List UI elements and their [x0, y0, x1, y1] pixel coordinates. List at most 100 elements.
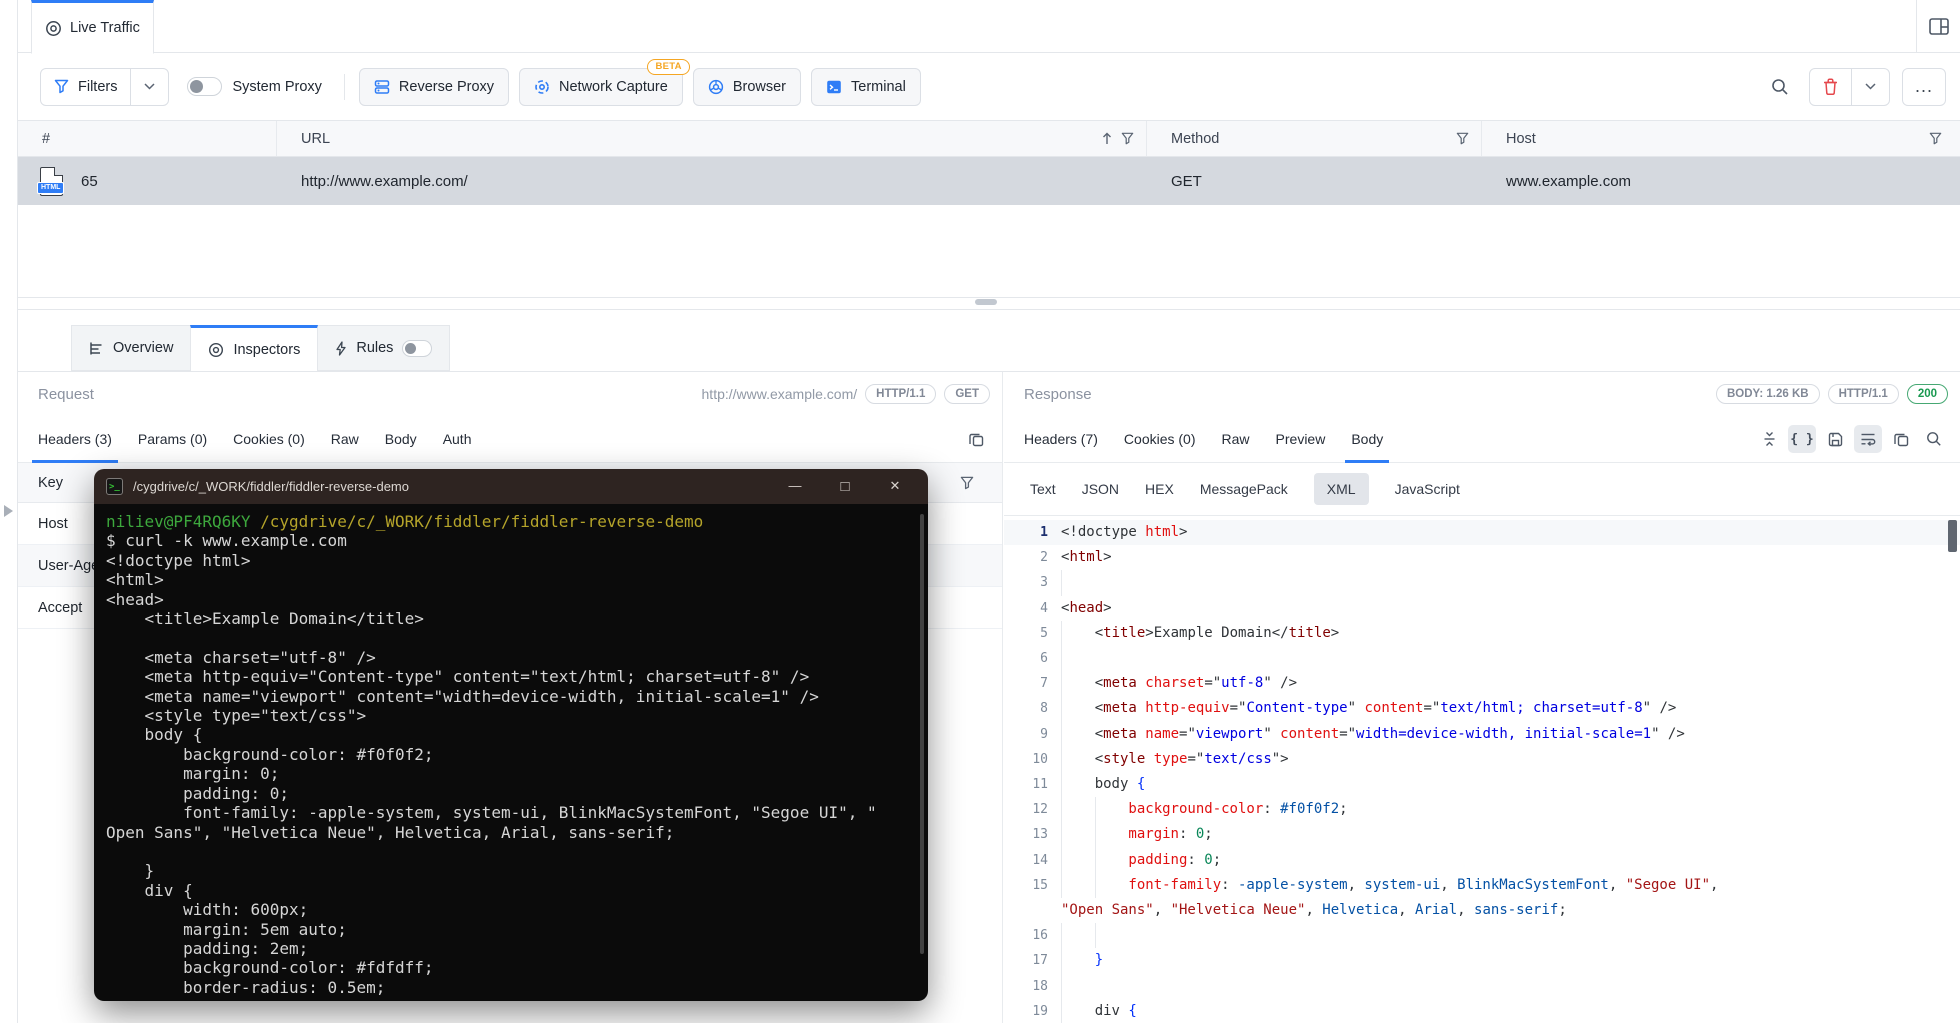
sort-ascending-icon[interactable]: [1102, 132, 1112, 145]
format-tab[interactable]: JSON: [1082, 481, 1119, 497]
code-line: 7 <meta charset="utf-8" />: [1004, 671, 1960, 696]
response-tab[interactable]: Body: [1345, 416, 1390, 463]
network-capture-label: Network Capture: [559, 78, 668, 95]
braces-icon: { }: [1790, 431, 1814, 447]
tab-inspectors[interactable]: Inspectors: [190, 325, 319, 372]
session-url: http://www.example.com/: [301, 172, 468, 190]
app-window: Live Traffic Filters System Proxy Revers…: [0, 0, 1960, 1023]
request-tab[interactable]: Params (0): [138, 416, 207, 462]
more-options-button[interactable]: ...: [1901, 67, 1946, 106]
network-capture-icon: [535, 79, 549, 94]
delete-sessions-button[interactable]: [1810, 69, 1851, 105]
rules-toggle[interactable]: [402, 339, 433, 357]
request-tab[interactable]: Raw: [331, 416, 359, 462]
grid-filter-icon[interactable]: [960, 476, 974, 490]
network-capture-button[interactable]: Network Capture BETA: [519, 58, 690, 106]
tab-live-traffic[interactable]: Live Traffic: [31, 0, 154, 54]
terminal-icon: [827, 80, 841, 93]
filters-dropdown-button[interactable]: [130, 68, 168, 105]
code-line: 19 div {: [1004, 999, 1960, 1023]
request-tab[interactable]: Headers (3): [32, 416, 118, 463]
request-tab[interactable]: Body: [385, 416, 417, 462]
code-line: 2 <html>: [1040, 549, 1112, 566]
format-body-button[interactable]: { }: [1788, 425, 1816, 453]
column-filter-icon[interactable]: [1121, 132, 1134, 145]
copy-icon: [1893, 433, 1908, 446]
format-tab[interactable]: MessagePack: [1200, 481, 1288, 497]
format-tab[interactable]: JavaScript: [1395, 481, 1460, 497]
search-icon: [1927, 432, 1941, 446]
terminal-body[interactable]: niliev@PF4RQ6KY /cygdrive/c/_WORK/fiddle…: [94, 504, 928, 1001]
terminal-window-title: /cygdrive/c/_WORK/fiddler/fiddler-revers…: [133, 479, 409, 494]
reverse-proxy-button[interactable]: Reverse Proxy: [358, 67, 510, 106]
response-tab[interactable]: Raw: [1222, 416, 1250, 462]
filter-funnel-icon: [54, 79, 69, 94]
column-header-url[interactable]: URL: [277, 121, 1147, 156]
html-file-icon: HTML: [37, 166, 65, 196]
word-wrap-button[interactable]: [1854, 425, 1882, 453]
terminal-scrollbar[interactable]: [920, 514, 924, 954]
terminal-minimize-button[interactable]: —: [770, 478, 820, 495]
expand-sidebar-icon[interactable]: [4, 505, 13, 517]
column-filter-icon[interactable]: [1456, 132, 1469, 145]
inspectors-icon: [209, 342, 224, 357]
column-header-method[interactable]: Method: [1147, 121, 1482, 156]
terminal-title-bar[interactable]: >_ /cygdrive/c/_WORK/fiddler/fiddler-rev…: [94, 469, 928, 504]
tab-rules-label: Rules: [356, 340, 394, 356]
chevron-down-icon: [144, 83, 156, 90]
toolbar-right: ...: [1763, 67, 1960, 106]
response-tab[interactable]: Cookies (0): [1124, 416, 1196, 462]
rules-lightning-icon: [336, 340, 346, 356]
terminal-button[interactable]: Terminal: [811, 67, 921, 106]
column-host-label: Host: [1506, 130, 1536, 147]
search-button[interactable]: [1763, 70, 1797, 104]
toolbar: Filters System Proxy Reverse Proxy Netwo…: [18, 53, 1960, 120]
code-line: 13 margin: 0;: [1004, 822, 1960, 847]
session-row[interactable]: HTML 65 http://www.example.com/ GET www.…: [18, 157, 1960, 205]
copy-response-button[interactable]: [1887, 425, 1915, 453]
request-tab[interactable]: Auth: [443, 416, 472, 462]
response-tab[interactable]: Preview: [1276, 416, 1326, 462]
copy-request-button[interactable]: [962, 425, 990, 453]
request-tab[interactable]: Cookies (0): [233, 416, 305, 462]
terminal-close-button[interactable]: ✕: [870, 478, 920, 495]
response-status-badge: 200: [1906, 384, 1948, 404]
terminal-line: border-radius: 0.5em;: [106, 977, 386, 997]
layout-panel-button[interactable]: [1916, 0, 1960, 53]
save-body-button[interactable]: [1821, 425, 1849, 453]
system-proxy-toggle[interactable]: [187, 77, 223, 96]
format-tab[interactable]: XML: [1313, 473, 1369, 505]
format-tab[interactable]: HEX: [1145, 481, 1174, 497]
session-host: www.example.com: [1506, 172, 1632, 190]
response-tab[interactable]: Headers (7): [1024, 416, 1098, 462]
app-tab-bar: Live Traffic: [18, 0, 1960, 54]
code-scrollbar-thumb[interactable]: [1948, 520, 1957, 552]
beta-badge: BETA: [647, 58, 690, 75]
copy-icon: [968, 433, 983, 446]
search-body-button[interactable]: [1920, 425, 1948, 453]
format-tab[interactable]: Text: [1030, 481, 1056, 497]
terminal-line: margin: 5em auto;: [106, 919, 347, 939]
code-line: 8 <meta http-equiv="Content-type" content…: [1004, 696, 1960, 721]
delete-options-button[interactable]: [1850, 68, 1889, 105]
column-filter-icon[interactable]: [1929, 132, 1942, 145]
system-proxy-label: System Proxy: [232, 78, 322, 95]
overview-icon: [90, 342, 102, 354]
column-header-number[interactable]: #: [18, 121, 277, 156]
browser-label: Browser: [732, 78, 786, 95]
terminal-line: background-color: #fdfdff;: [106, 958, 434, 978]
terminal-line: <title>Example Domain</title>: [106, 609, 424, 629]
collapse-body-button[interactable]: [1755, 425, 1783, 453]
browser-button[interactable]: Browser: [692, 67, 801, 106]
sessions-table: # URL Method Host HTML 65 http://www.exa…: [18, 120, 1960, 297]
column-header-host[interactable]: Host: [1482, 121, 1960, 156]
terminal-maximize-button[interactable]: □: [820, 478, 870, 495]
filters-label: Filters: [78, 78, 118, 95]
tab-rules[interactable]: Rules: [317, 325, 451, 371]
session-method: GET: [1171, 172, 1202, 190]
filters-button[interactable]: Filters: [41, 69, 130, 105]
splitter-handle[interactable]: [975, 299, 997, 305]
left-rail: [0, 0, 18, 1023]
tab-overview[interactable]: Overview: [71, 325, 192, 371]
